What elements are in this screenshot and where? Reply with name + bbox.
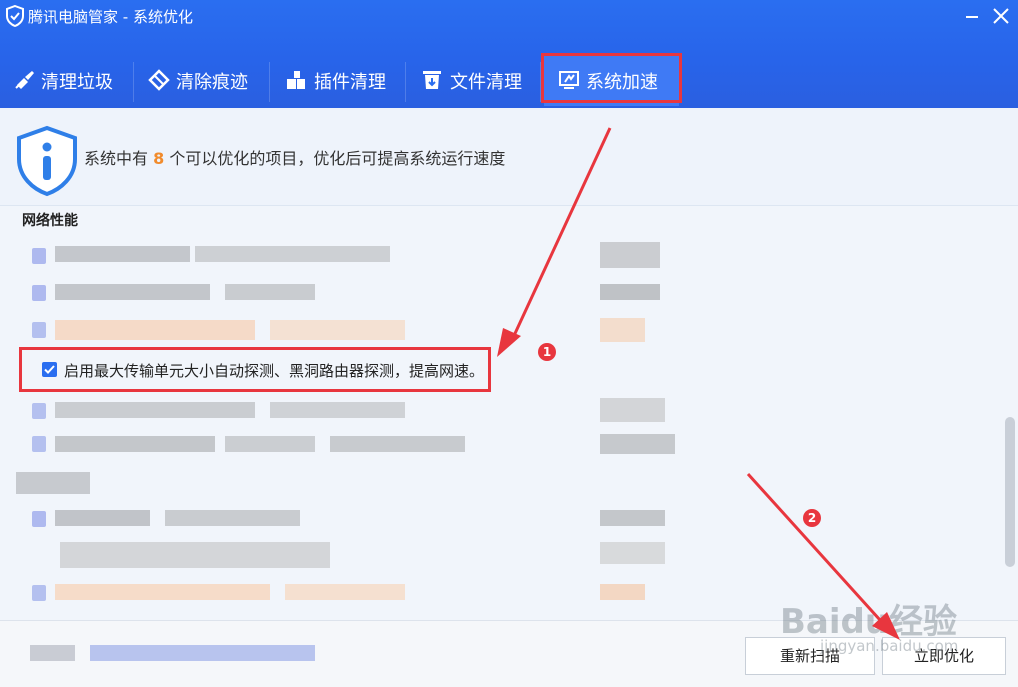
blurred-status <box>600 510 665 526</box>
optimization-summary: 系统中有 8 个可以优化的项目，优化后可提高系统运行速度 <box>84 145 505 169</box>
tab-plugin-cleanup[interactable]: 插件清理 <box>270 54 405 106</box>
blurred-text <box>225 436 315 452</box>
optimization-list: 网络性能 启用最大传输单元大小自动探测、黑洞路由器探测，提高网速。 <box>0 206 1018 620</box>
optimizable-count: 8 <box>153 149 165 168</box>
blurred-status <box>600 284 660 300</box>
blurred-status <box>600 542 665 564</box>
eraser-icon <box>148 69 170 91</box>
mtu-detection-checkbox[interactable] <box>42 362 57 377</box>
rescan-button[interactable]: 重新扫描 <box>745 637 875 675</box>
tab-label: 插件清理 <box>314 72 386 93</box>
blurred-text <box>270 402 405 418</box>
tab-clear-traces[interactable]: 清除痕迹 <box>134 54 269 106</box>
list-item[interactable] <box>30 398 680 422</box>
blurred-status <box>600 242 660 268</box>
blurred-text <box>30 645 75 661</box>
blurred-text <box>55 402 255 418</box>
mtu-detection-label: 启用最大传输单元大小自动探测、黑洞路由器探测，提高网速。 <box>64 362 485 380</box>
checkbox[interactable] <box>32 585 46 601</box>
list-item[interactable] <box>30 540 680 570</box>
close-button[interactable] <box>988 3 1014 29</box>
list-item[interactable] <box>30 584 680 601</box>
header: 腾讯电脑管家 - 系统优化 清理垃圾 清除痕迹 插件清理 文件清理 系统加速 <box>0 0 1018 108</box>
list-item[interactable] <box>30 434 680 454</box>
checkbox[interactable] <box>32 248 46 264</box>
window-title: 腾讯电脑管家 - 系统优化 <box>28 8 193 26</box>
annotation-marker-1: 1 <box>538 343 556 361</box>
file-trash-icon <box>423 71 441 89</box>
tab-bar: 清理垃圾 清除痕迹 插件清理 文件清理 系统加速 <box>0 54 1018 106</box>
summary-suffix: 个可以优化的项目，优化后可提高系统运行速度 <box>169 149 506 168</box>
title-bar: 腾讯电脑管家 - 系统优化 <box>0 0 1018 34</box>
optimize-now-button[interactable]: 立即优化 <box>882 637 1006 675</box>
broom-icon <box>15 71 34 89</box>
tab-label: 清除痕迹 <box>176 72 248 93</box>
blurred-text <box>55 436 215 452</box>
blurred-status <box>600 398 665 422</box>
blurred-text <box>165 510 300 526</box>
mtu-blackhole-detection-item[interactable]: 启用最大传输单元大小自动探测、黑洞路由器探测，提高网速。 <box>19 347 491 392</box>
blurred-status <box>600 434 675 454</box>
blurred-text <box>90 645 315 661</box>
list-item[interactable] <box>30 284 680 301</box>
blurred-text <box>225 284 315 300</box>
checkbox[interactable] <box>32 322 46 338</box>
checkbox[interactable] <box>32 436 46 452</box>
blurred-text <box>55 584 270 600</box>
list-group-label <box>14 468 94 496</box>
checkbox[interactable] <box>32 511 46 527</box>
tab-label: 清理垃圾 <box>41 72 113 93</box>
section-title: 网络性能 <box>22 213 78 229</box>
checkbox[interactable] <box>32 403 46 419</box>
plugin-icon <box>287 71 305 89</box>
info-banner: 系统中有 8 个可以优化的项目，优化后可提高系统运行速度 <box>0 108 1018 206</box>
blurred-status <box>600 318 645 342</box>
blurred-status <box>600 584 645 600</box>
checkmark-icon <box>44 365 55 374</box>
blurred-text <box>330 436 465 452</box>
list-item[interactable] <box>30 240 680 270</box>
tab-clean-junk[interactable]: 清理垃圾 <box>0 54 133 106</box>
close-icon <box>993 8 1009 24</box>
checkbox[interactable] <box>32 285 46 301</box>
summary-prefix: 系统中有 <box>84 149 149 168</box>
blurred-text <box>195 246 390 262</box>
blurred-text <box>55 246 190 262</box>
blurred-text <box>60 542 330 568</box>
minimize-icon <box>966 16 978 18</box>
blurred-text <box>55 510 150 526</box>
blurred-text <box>55 320 255 340</box>
scrollbar-thumb[interactable] <box>1005 417 1015 567</box>
footer-blurred-link[interactable] <box>30 645 320 661</box>
tab-label: 文件清理 <box>450 72 522 93</box>
tab-file-cleanup[interactable]: 文件清理 <box>406 54 540 106</box>
blurred-text <box>285 584 405 600</box>
footer: 重新扫描 立即优化 <box>0 620 1018 687</box>
blurred-text <box>270 320 405 340</box>
annotation-highlight-box <box>541 53 682 103</box>
minimize-button[interactable] <box>958 3 984 29</box>
blurred-text <box>55 284 210 300</box>
list-item[interactable] <box>30 510 680 527</box>
annotation-marker-2: 2 <box>803 509 821 527</box>
blurred-text <box>16 472 90 494</box>
shield-logo-icon <box>6 5 24 27</box>
list-item[interactable] <box>30 316 680 342</box>
info-shield-icon <box>17 125 77 197</box>
